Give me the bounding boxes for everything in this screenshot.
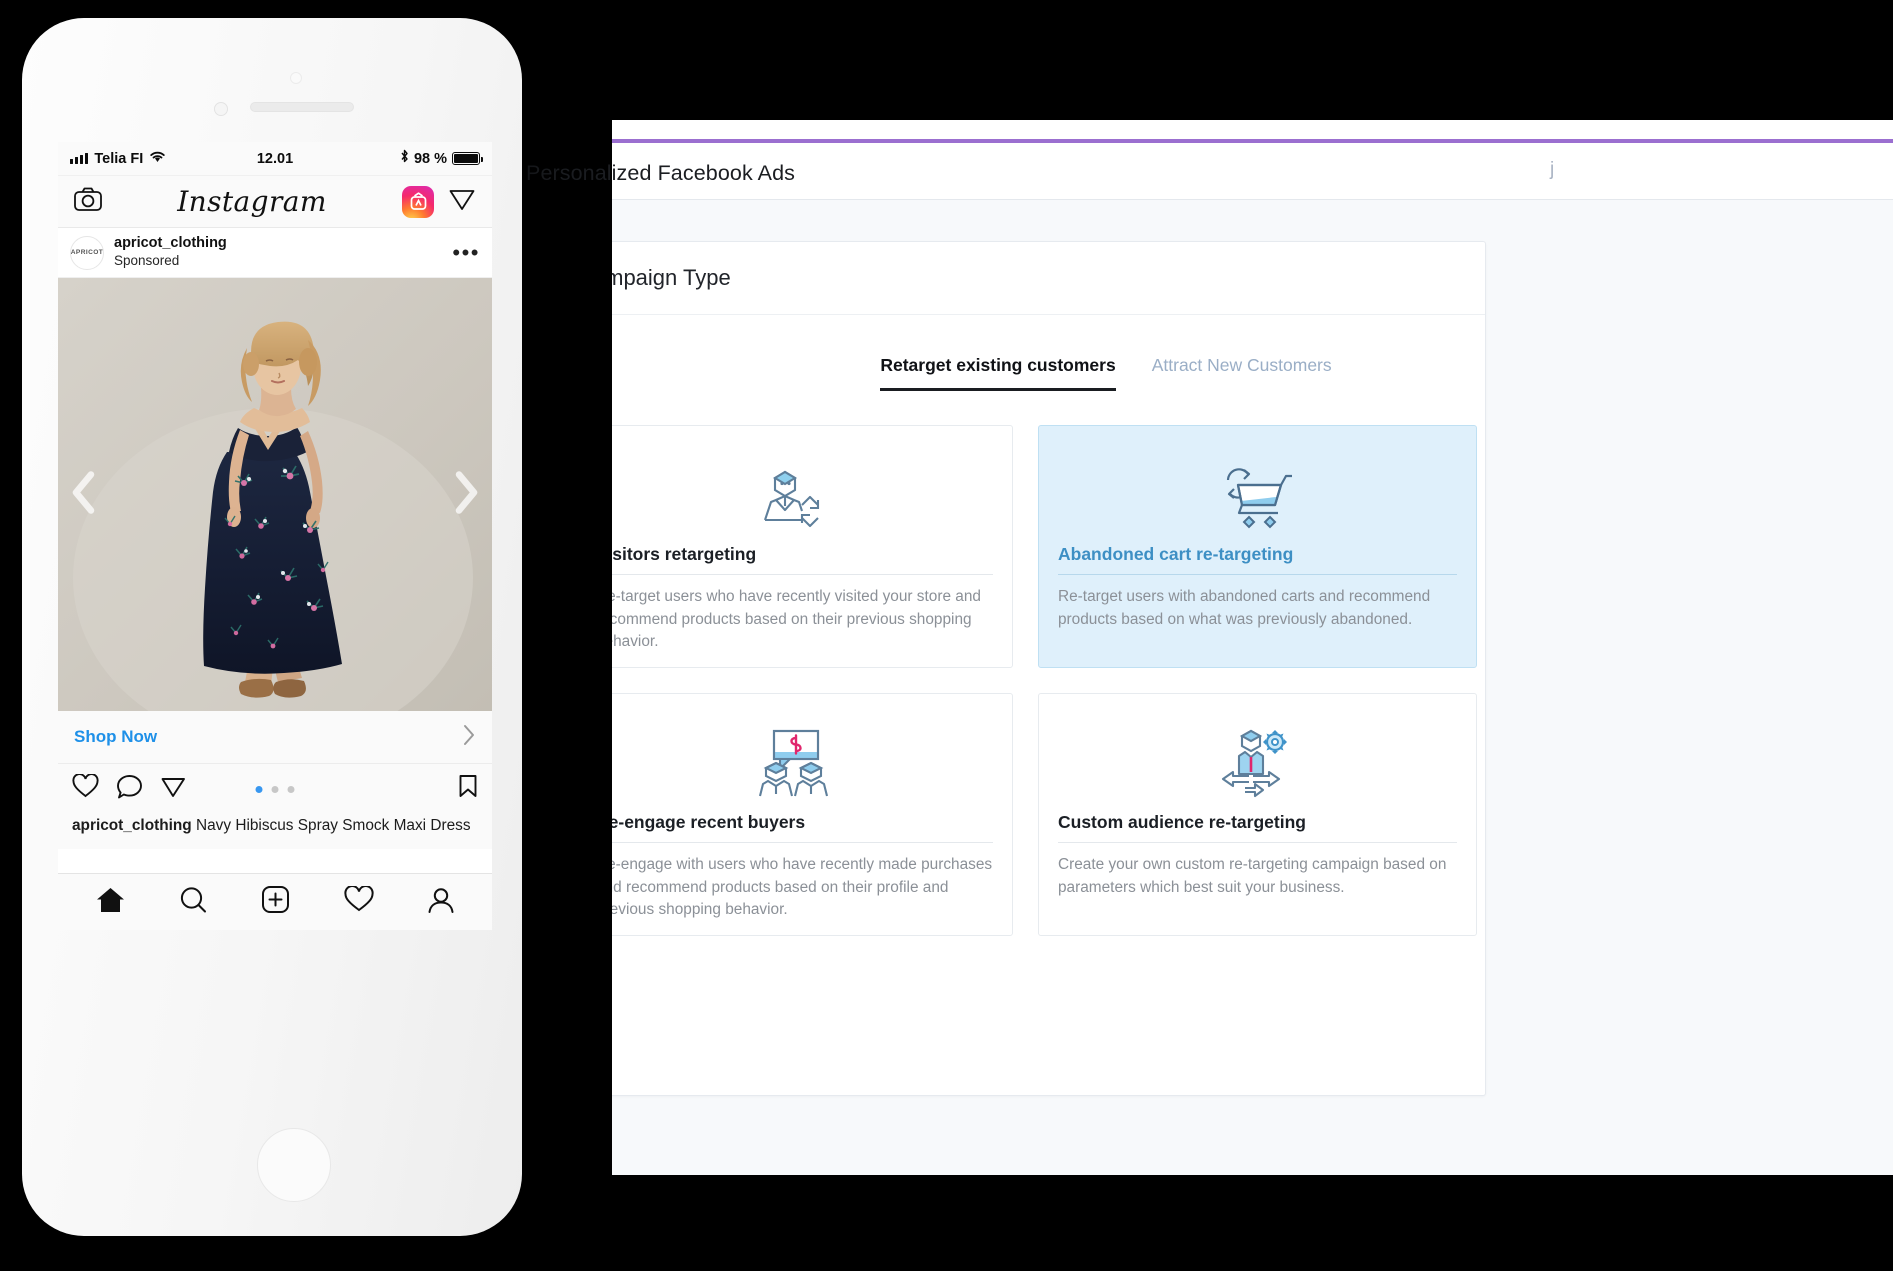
card-title: Visitors retargeting [612, 544, 993, 575]
custom-audience-icon [1058, 714, 1457, 812]
instagram-header: Instagram [58, 176, 492, 228]
bluetooth-icon [400, 149, 409, 168]
home-button[interactable] [257, 1128, 331, 1202]
shop-now-label: Shop Now [74, 727, 158, 746]
card-title: Abandoned cart re-targeting [1058, 544, 1457, 575]
carousel-next-icon[interactable] [452, 469, 480, 520]
battery-icon [452, 152, 484, 165]
phone-screen: Telia FI 12.01 98 % Instagram APRICOT ap… [58, 142, 492, 930]
app-header: Personalized Facebook Ads j [526, 143, 1893, 200]
profile-icon[interactable] [427, 886, 455, 919]
screenshot-stage: Personalized Facebook Ads j Campaign Typ… [0, 0, 1893, 1271]
carousel-indicator [255, 785, 295, 793]
post-caption: apricot_clothing Navy Hibiscus Spray Smo… [58, 814, 492, 849]
tablet-device: Personalized Facebook Ads j Campaign Typ… [526, 120, 1893, 1175]
re-engage-buyers-icon [612, 714, 993, 812]
campaign-type-panel: Campaign Type Retarget existing customer… [612, 241, 1486, 1096]
card-title: Re-engage recent buyers [612, 812, 993, 843]
direct-message-icon[interactable] [448, 186, 476, 217]
campaign-card-grid: Visitors retargeting Re-target users who… [612, 391, 1485, 936]
card-visitors-retargeting[interactable]: Visitors retargeting Re-target users who… [612, 425, 1013, 668]
abandoned-cart-icon [1058, 446, 1457, 544]
caption-username[interactable]: apricot_clothing [72, 817, 192, 834]
page-title: Personalized Facebook Ads [526, 161, 796, 185]
battery-percent-label: 98 % [413, 150, 448, 167]
tab-retarget-existing-customers[interactable]: Retarget existing customers [880, 355, 1116, 391]
visitor-retargeting-icon [612, 446, 993, 544]
shop-now-cta[interactable]: Shop Now [58, 711, 492, 764]
post-actions [58, 764, 492, 814]
avatar[interactable]: APRICOT [70, 235, 104, 270]
card-description: Re-target users who have recently visite… [612, 588, 981, 651]
post-media [58, 278, 492, 711]
search-icon[interactable] [179, 886, 208, 919]
chevron-right-icon [463, 724, 476, 751]
camera-icon[interactable] [74, 187, 102, 216]
card-description: Re-engage with users who have recently m… [612, 856, 993, 919]
clock: 12.01 [256, 150, 294, 167]
panel-header: Campaign Type [612, 242, 1485, 315]
signal-icon [70, 153, 89, 164]
post-username[interactable]: apricot_clothing [114, 235, 442, 253]
header-marker: j [1550, 159, 1555, 180]
front-camera [214, 102, 228, 116]
igtv-icon[interactable] [402, 185, 434, 218]
card-title: Custom audience re-targeting [1058, 812, 1457, 843]
proximity-sensor [290, 72, 302, 84]
activity-icon[interactable] [344, 885, 374, 918]
add-post-icon[interactable] [261, 885, 290, 919]
card-custom-audience-retargeting[interactable]: Custom audience re-targeting Create your… [1038, 693, 1477, 936]
wifi-icon [149, 150, 166, 167]
app-body: Campaign Type Retarget existing customer… [612, 200, 1893, 1175]
panel-title: Campaign Type [612, 265, 731, 290]
home-icon[interactable] [95, 886, 126, 919]
share-icon[interactable] [160, 774, 187, 804]
campaign-type-tabs: Retarget existing customers Attract New … [612, 315, 1485, 391]
post-sponsored-label: Sponsored [114, 253, 180, 269]
carousel-prev-icon[interactable] [70, 469, 98, 520]
phone-device: Telia FI 12.01 98 % Instagram APRICOT ap… [22, 18, 522, 1236]
more-options-icon[interactable]: ••• [452, 241, 480, 263]
instagram-logo: Instagram [177, 185, 327, 218]
comment-icon[interactable] [116, 774, 143, 805]
caption-text: Navy Hibiscus Spray Smock Maxi Dress [191, 817, 471, 834]
bookmark-icon[interactable] [458, 774, 478, 804]
post-header: APRICOT apricot_clothing Sponsored ••• [58, 228, 492, 278]
earpiece-speaker [250, 102, 354, 112]
instagram-tabbar [58, 873, 492, 930]
card-abandoned-cart-retargeting[interactable]: Abandoned cart re-targeting Re-target us… [1038, 425, 1477, 668]
card-description: Re-target users with abandoned carts and… [1058, 588, 1431, 628]
tab-attract-new-customers[interactable]: Attract New Customers [1152, 355, 1332, 391]
status-bar: Telia FI 12.01 98 % [58, 142, 492, 176]
carrier-label: Telia FI [94, 150, 144, 167]
heart-icon[interactable] [72, 773, 99, 804]
card-re-engage-recent-buyers[interactable]: Re-engage recent buyers Re-engage with u… [612, 693, 1013, 936]
card-description: Create your own custom re-targeting camp… [1058, 856, 1447, 896]
